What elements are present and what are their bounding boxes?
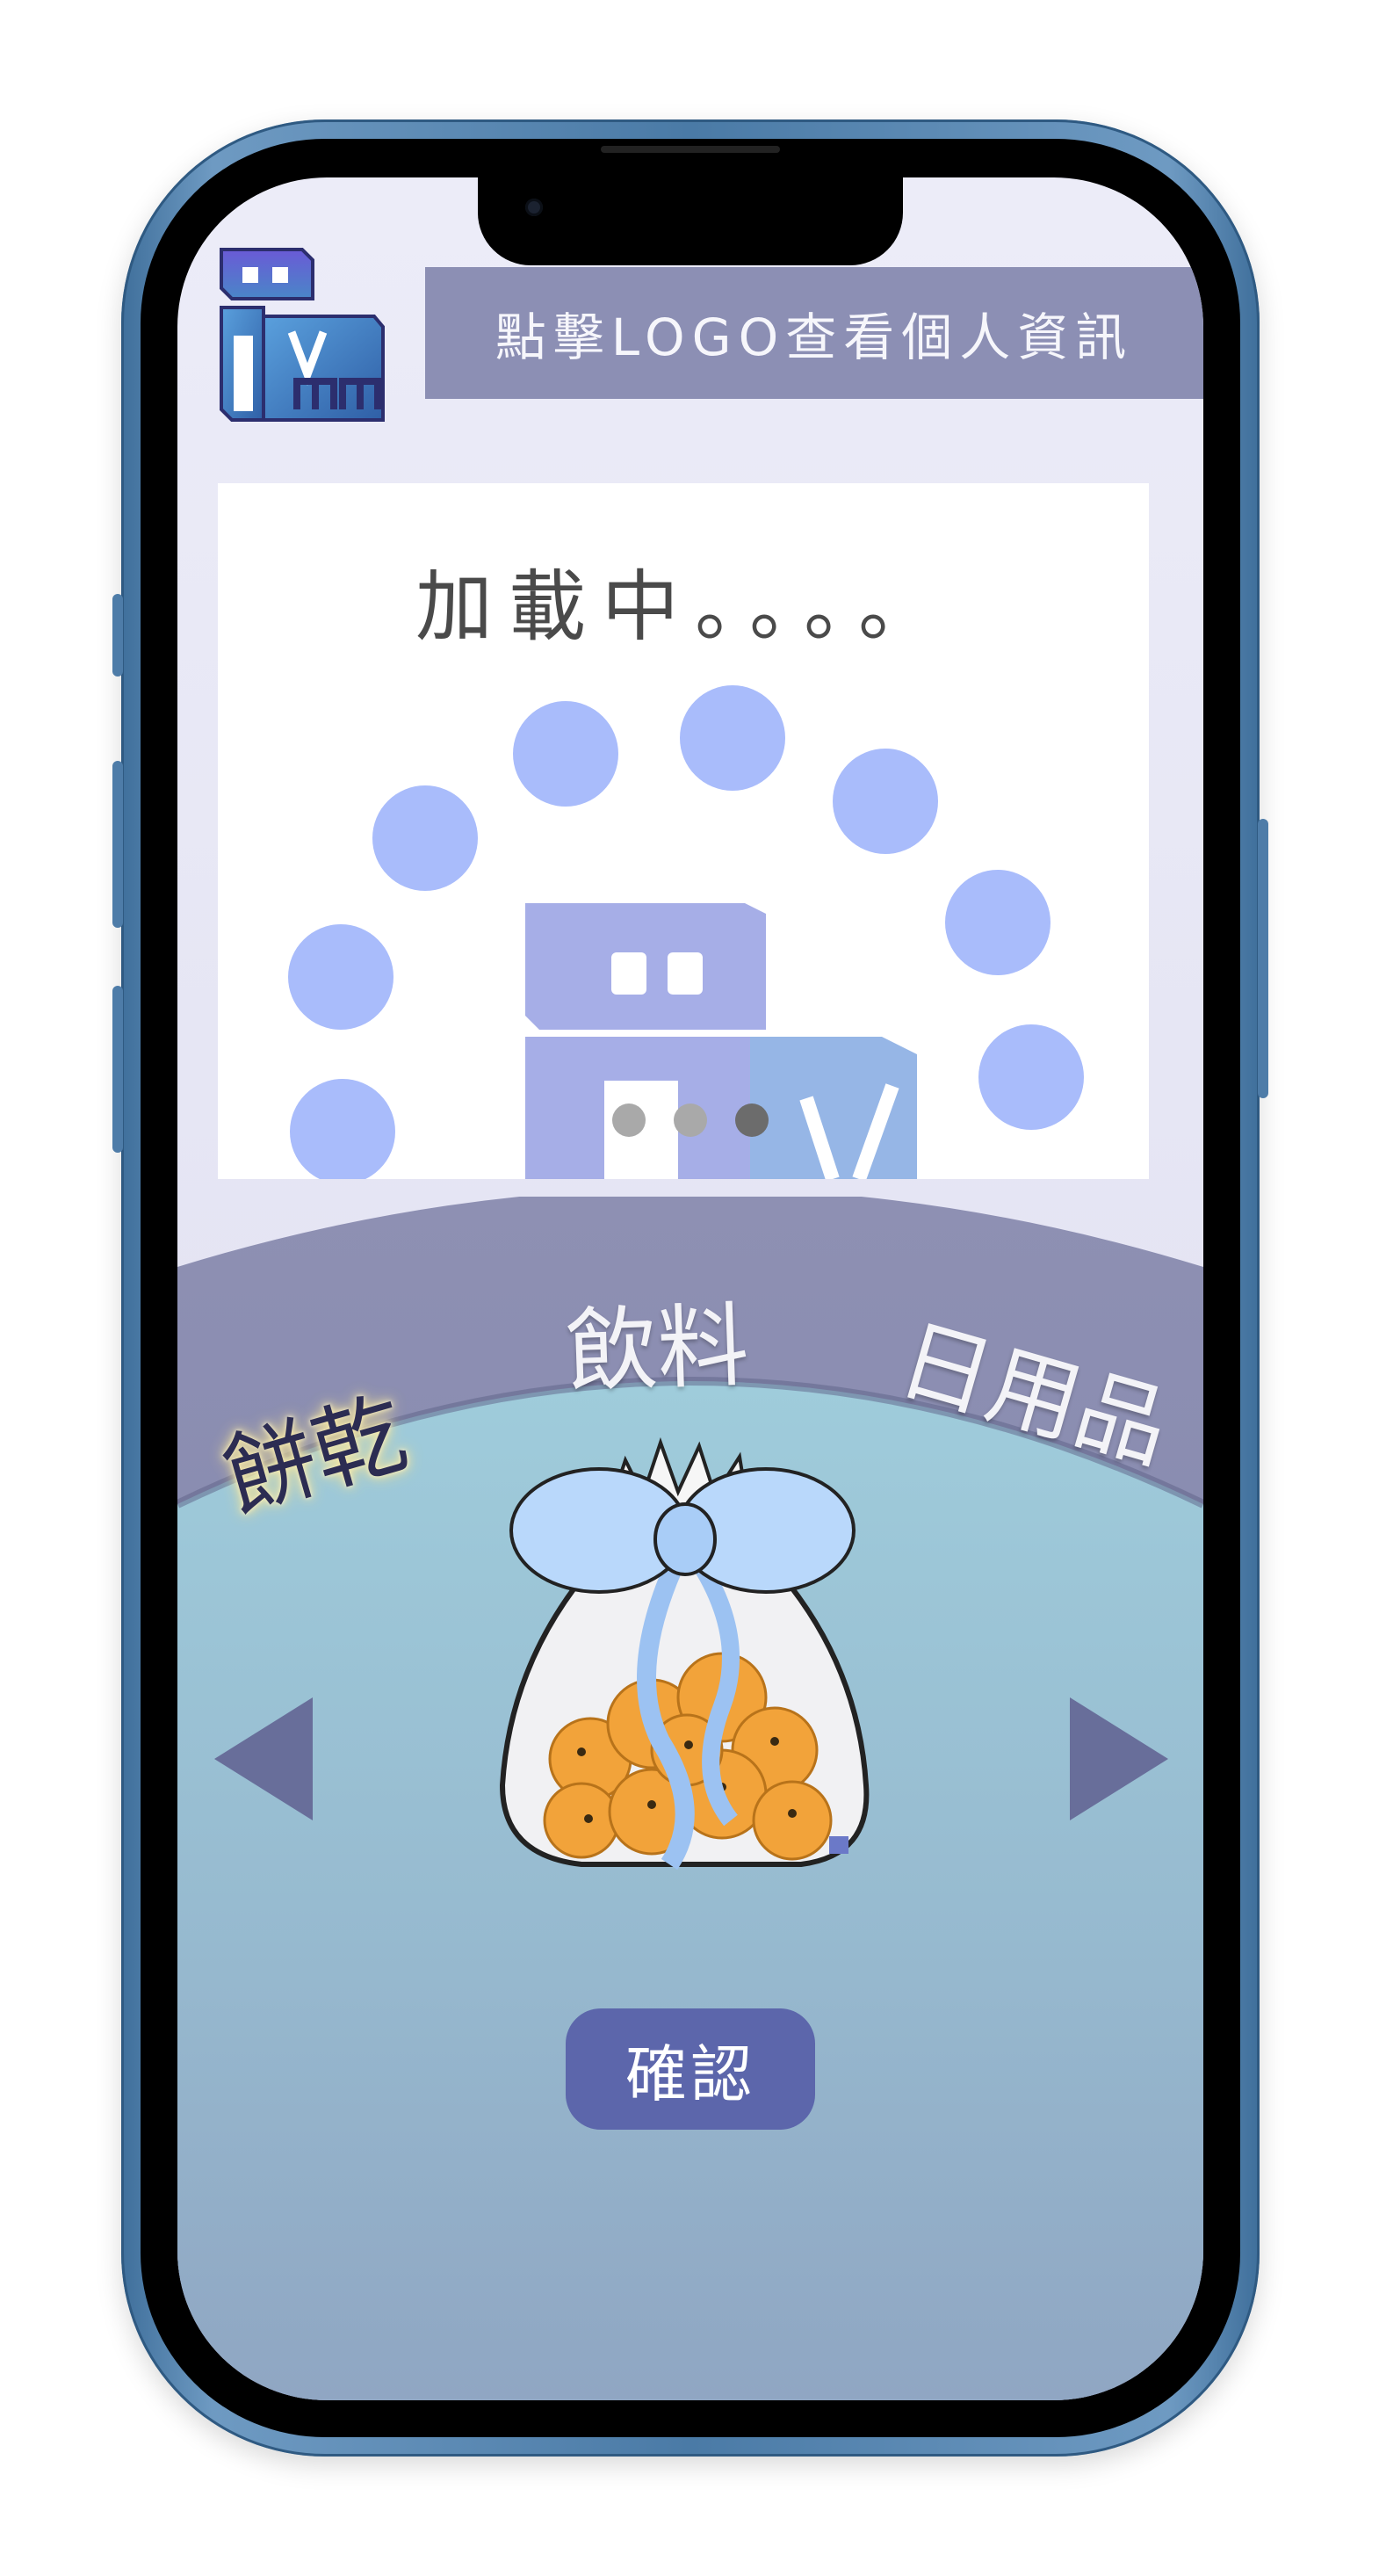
mute-switch	[112, 594, 123, 677]
cookie-bag-icon	[499, 1436, 870, 1870]
category-tab-drinks[interactable]: 飲料	[563, 1270, 750, 1409]
logo-button[interactable]	[211, 244, 386, 429]
profile-info-hint[interactable]: 點擊LOGO查看個人資訊	[425, 267, 1203, 399]
volume-down-button	[112, 986, 123, 1153]
next-arrow-button[interactable]	[1070, 1697, 1168, 1820]
product-display[interactable]	[485, 1407, 889, 1899]
confirm-button[interactable]: 確認	[566, 2008, 815, 2130]
pager-dot-active[interactable]	[735, 1103, 769, 1137]
banner-pagination	[177, 1103, 1203, 1140]
previous-arrow-button[interactable]	[214, 1697, 313, 1820]
volume-up-button	[112, 761, 123, 928]
loading-spinner-icon	[288, 685, 1084, 1179]
banner-carousel[interactable]: 加載中。。。。	[218, 483, 1149, 1179]
power-button	[1258, 819, 1268, 1098]
pager-dot[interactable]	[612, 1103, 646, 1137]
app-screen: 點擊LOGO查看個人資訊 加載中。。。。 餅乾 飲料 日用品 確認	[177, 177, 1203, 2400]
notch	[478, 177, 903, 265]
logo-icon	[220, 248, 385, 422]
earpiece-speaker	[601, 146, 780, 153]
front-camera	[525, 199, 543, 216]
pager-dot[interactable]	[674, 1103, 707, 1137]
